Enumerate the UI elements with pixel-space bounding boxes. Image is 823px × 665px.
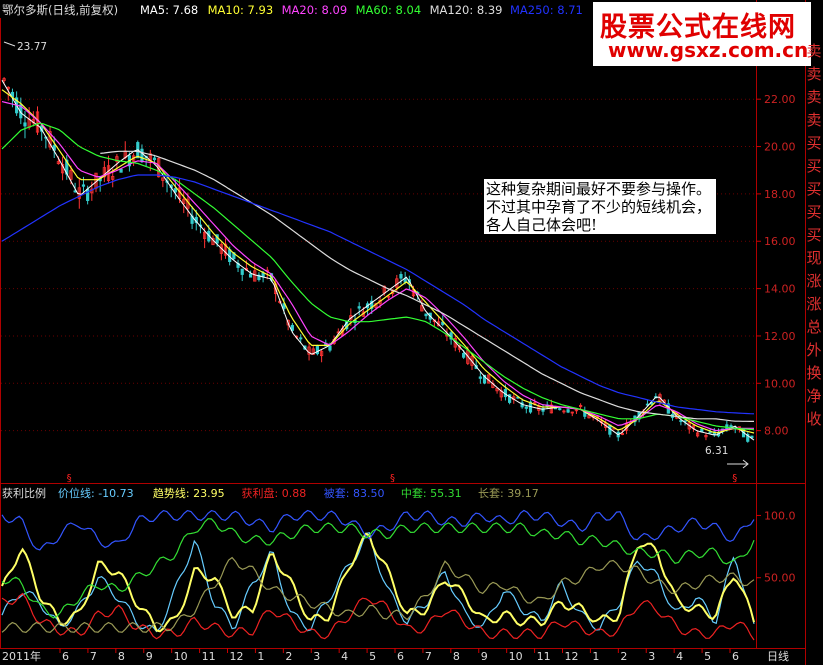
annotation-note: 这种复杂期间最好不要参与操作。不过其中孕育了不少的短线机会，各人自己体会吧! bbox=[484, 179, 716, 234]
candle-body bbox=[462, 353, 466, 358]
indicator-legend-item: 长套: 39.17 bbox=[478, 487, 539, 500]
candle-body bbox=[152, 157, 157, 161]
ma-legend-item: MA250: 8.71 bbox=[510, 3, 583, 17]
month-label: 2 bbox=[620, 650, 627, 663]
candle-body bbox=[315, 346, 320, 355]
month-label: 3 bbox=[313, 650, 320, 663]
candle-body bbox=[524, 406, 528, 409]
candle-body bbox=[140, 148, 144, 163]
month-label: 10 bbox=[509, 650, 523, 663]
month-label: 9 bbox=[146, 650, 153, 663]
candle-body bbox=[566, 409, 570, 413]
month-label: 6 bbox=[732, 650, 739, 663]
candle-body bbox=[173, 188, 177, 193]
month-label: 10 bbox=[174, 650, 188, 663]
ma-legend-item: MA20: 8.09 bbox=[282, 3, 348, 17]
month-label: 4 bbox=[341, 650, 348, 663]
side-label: 买 bbox=[806, 226, 822, 244]
ma-legend-item: MA10: 7.93 bbox=[208, 3, 274, 17]
low-price-label: 6.31 bbox=[705, 445, 728, 457]
side-label: 买 bbox=[806, 203, 822, 221]
indicator-tick-label: 50.00 bbox=[764, 572, 796, 585]
side-label: 卖 bbox=[806, 42, 822, 60]
high-price-label: 23.77 bbox=[17, 41, 47, 53]
side-label: 现 bbox=[806, 249, 822, 267]
side-label: 卖 bbox=[806, 65, 822, 83]
indicator-legend-item: 获利盘: 0.88 bbox=[242, 486, 307, 500]
price-tick-label: 16.00 bbox=[764, 235, 796, 248]
side-label: 买 bbox=[806, 180, 822, 198]
side-label: 换 bbox=[806, 364, 822, 382]
candle-body bbox=[708, 431, 712, 434]
month-label: 3 bbox=[648, 650, 655, 663]
side-label: 总 bbox=[806, 318, 822, 336]
candle-body bbox=[240, 268, 244, 275]
month-label: 7 bbox=[425, 650, 432, 663]
indicator-legend-item: 中套: 55.31 bbox=[401, 487, 462, 500]
ma-legend-item: MA5: 7.68 bbox=[140, 3, 198, 17]
month-label: 6 bbox=[397, 650, 404, 663]
month-label: 6 bbox=[62, 650, 69, 663]
month-label: 1 bbox=[257, 650, 264, 663]
side-label: 外 bbox=[806, 341, 822, 359]
candle-body bbox=[86, 188, 90, 201]
month-label: 9 bbox=[481, 650, 488, 663]
signal-marker: § bbox=[390, 473, 395, 484]
signal-marker: § bbox=[732, 473, 737, 484]
candle-body bbox=[399, 274, 403, 279]
ma-legend-item: MA120: 8.39 bbox=[430, 3, 503, 17]
candle-body bbox=[81, 184, 86, 187]
month-label: 1 bbox=[592, 650, 599, 663]
month-label: 2 bbox=[285, 650, 292, 663]
price-tick-label: 8.00 bbox=[764, 425, 789, 438]
month-label: 4 bbox=[676, 650, 683, 663]
candle-body bbox=[248, 273, 253, 278]
period-label: 日线 bbox=[767, 649, 789, 663]
price-tick-label: 10.00 bbox=[764, 377, 796, 390]
side-label: 收 bbox=[806, 410, 822, 428]
side-label: 涨 bbox=[806, 272, 822, 290]
side-label: 卖 bbox=[806, 111, 822, 129]
candle-body bbox=[424, 313, 428, 317]
month-label: 8 bbox=[453, 650, 460, 663]
month-label: 8 bbox=[118, 650, 125, 663]
candle-body bbox=[357, 306, 361, 309]
side-label: 净 bbox=[806, 387, 822, 405]
month-label: 12 bbox=[230, 650, 244, 663]
indicator-tick-label: 100.0 bbox=[764, 509, 796, 522]
price-tick-label: 22.00 bbox=[764, 93, 796, 106]
month-label: 5 bbox=[704, 650, 711, 663]
stock-title: 鄂尔多斯(日线,前复权) bbox=[2, 3, 118, 17]
price-tick-label: 12.00 bbox=[764, 330, 796, 343]
candle-body bbox=[679, 420, 683, 422]
indicator-name: 获利比例 bbox=[2, 486, 46, 500]
indicator-legend-item: 被套: 83.50 bbox=[324, 487, 385, 500]
side-label: 卖 bbox=[806, 88, 822, 106]
stock-chart-canvas: 8.0010.0012.0014.0016.0018.0020.0022.00 … bbox=[0, 0, 823, 665]
candle-body bbox=[23, 122, 27, 127]
month-label: 5 bbox=[369, 650, 376, 663]
ma-legend-item: MA60: 8.04 bbox=[356, 3, 422, 17]
side-label: 涨 bbox=[806, 295, 822, 313]
indicator-legend-item: 趋势线: 23.95 bbox=[153, 486, 225, 500]
candle-body bbox=[328, 345, 332, 351]
candle-body bbox=[478, 376, 482, 379]
signal-marker: § bbox=[67, 473, 72, 484]
candle-body bbox=[558, 408, 562, 411]
month-label: 11 bbox=[202, 650, 216, 663]
price-tick-label: 18.00 bbox=[764, 188, 796, 201]
price-tick-label: 14.00 bbox=[764, 283, 796, 296]
candle-body bbox=[299, 337, 303, 340]
side-label: 买 bbox=[806, 157, 822, 175]
watermark-url: www.gsxz.com.cn bbox=[608, 38, 809, 62]
price-tick-label: 20.00 bbox=[764, 141, 796, 154]
indicator-legend-item: 价位线: -10.73 bbox=[58, 486, 134, 500]
candle-body bbox=[119, 168, 123, 173]
year-label: 2011年 bbox=[2, 649, 41, 663]
month-label: 12 bbox=[565, 650, 579, 663]
month-label: 11 bbox=[537, 650, 551, 663]
side-label: 买 bbox=[806, 134, 822, 152]
month-label: 7 bbox=[90, 650, 97, 663]
